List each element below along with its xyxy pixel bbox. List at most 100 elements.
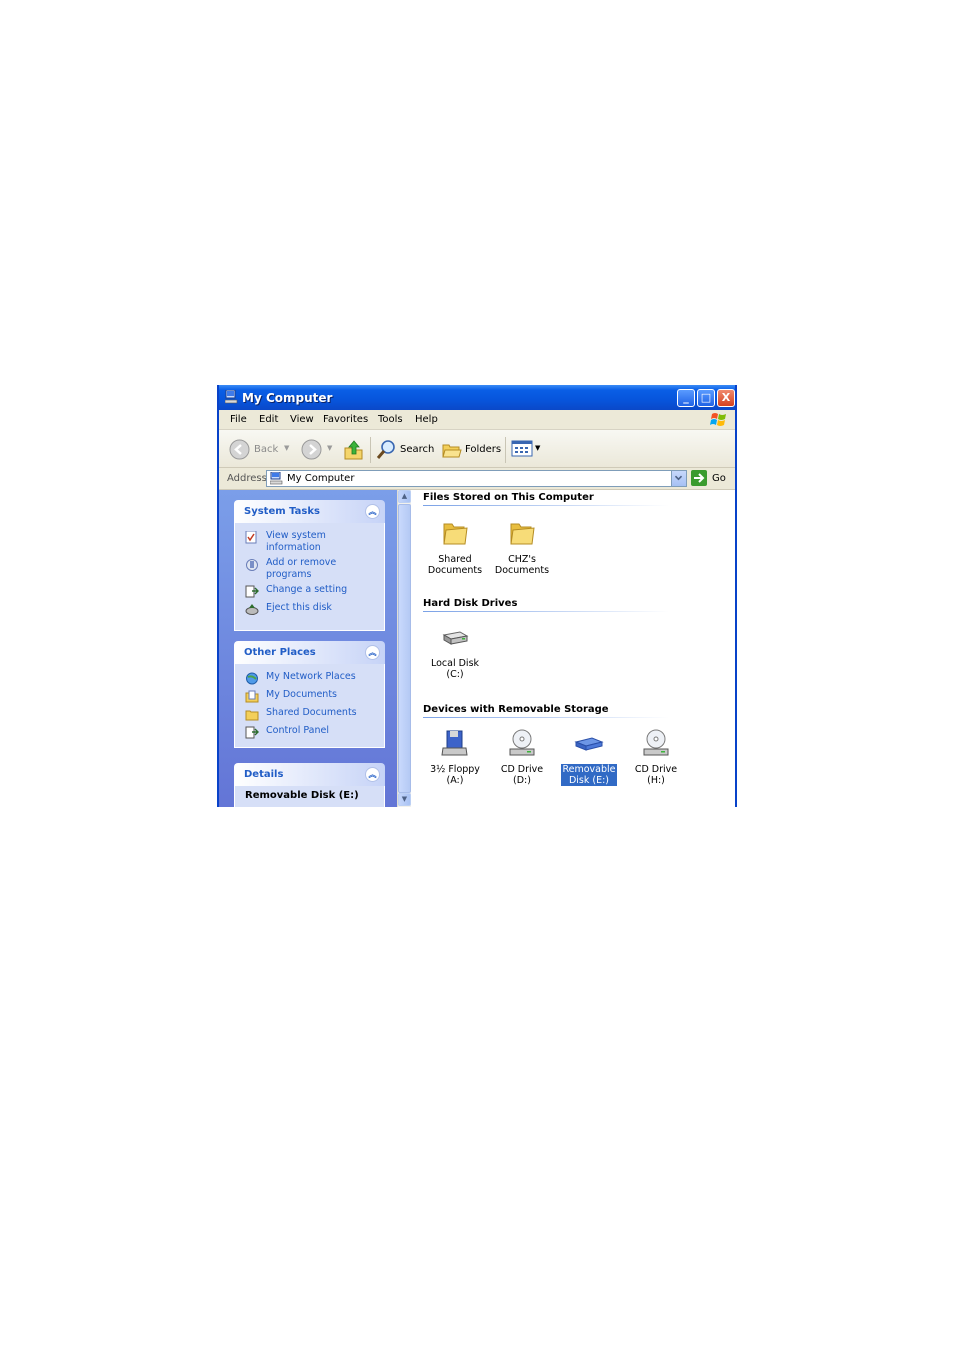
item-chz-documents[interactable]: CHZ's Documents bbox=[490, 518, 554, 576]
details-panel: Details ︽ Removable Disk (E:) bbox=[234, 763, 385, 807]
back-label: Back bbox=[254, 444, 279, 455]
group-divider bbox=[423, 611, 669, 612]
cd-drive-icon bbox=[643, 729, 669, 756]
back-dropdown-icon: ▼ bbox=[284, 444, 290, 452]
system-tasks-body: View system information Add or remove pr… bbox=[234, 523, 385, 631]
system-tasks-header[interactable]: System Tasks ︽ bbox=[234, 500, 385, 523]
search-button[interactable]: Search bbox=[375, 439, 435, 461]
task-label: programs bbox=[266, 569, 312, 580]
item-label: Shared Documents bbox=[427, 554, 483, 576]
address-dropdown-button[interactable] bbox=[671, 471, 686, 486]
maximize-button[interactable]: □ bbox=[697, 389, 715, 407]
menu-favorites[interactable]: Favorites bbox=[323, 414, 368, 425]
menu-edit[interactable]: Edit bbox=[259, 414, 278, 425]
views-icon bbox=[511, 440, 533, 457]
address-input[interactable]: My Computer bbox=[266, 470, 687, 487]
up-folder-button[interactable] bbox=[343, 439, 367, 461]
collapse-chevron-icon[interactable]: ︽ bbox=[365, 645, 380, 660]
other-places-body: My Network Places My Documents Shared Do… bbox=[234, 664, 385, 748]
item-shared-documents[interactable]: Shared Documents bbox=[423, 518, 487, 576]
group-files-stored-title: Files Stored on This Computer bbox=[423, 492, 594, 503]
item-label: 3½ Floppy (A:) bbox=[430, 764, 480, 786]
folders-label: Folders bbox=[465, 444, 502, 455]
details-header[interactable]: Details ︽ bbox=[234, 763, 385, 786]
chevron-down-icon bbox=[674, 475, 683, 481]
menu-view[interactable]: View bbox=[290, 414, 314, 425]
hard-disk-icon bbox=[442, 631, 469, 645]
other-places-header[interactable]: Other Places ︽ bbox=[234, 641, 385, 664]
close-button[interactable]: X bbox=[717, 389, 735, 407]
place-label: My Network Places bbox=[266, 671, 356, 682]
task-label: information bbox=[266, 542, 321, 553]
folders-button[interactable]: Folders bbox=[441, 439, 501, 461]
folders-icon bbox=[442, 444, 462, 458]
windows-logo-icon bbox=[710, 413, 726, 426]
floppy-icon bbox=[441, 730, 468, 756]
toolbar-separator bbox=[370, 437, 371, 463]
folder-icon bbox=[443, 523, 468, 545]
panel-title: Other Places bbox=[244, 647, 316, 658]
item-cd-drive-d[interactable]: CD Drive (D:) bbox=[490, 728, 554, 786]
task-pane: System Tasks ︽ View system information A… bbox=[219, 490, 397, 807]
minimize-button[interactable]: _ bbox=[677, 389, 695, 407]
place-label: My Documents bbox=[266, 689, 338, 700]
collapse-chevron-icon[interactable]: ︽ bbox=[365, 504, 380, 519]
details-item-name: Removable Disk (E:) bbox=[245, 790, 359, 801]
go-label: Go bbox=[712, 473, 726, 484]
forward-button[interactable]: ▼ bbox=[301, 439, 337, 461]
item-label: CHZ's Documents bbox=[494, 554, 550, 576]
item-removable-disk-e[interactable]: Removable Disk (E:) bbox=[557, 728, 621, 786]
cd-drive-icon bbox=[509, 729, 535, 756]
system-info-icon bbox=[245, 531, 257, 544]
toolbar-separator bbox=[505, 437, 506, 463]
computer-icon bbox=[225, 390, 238, 404]
go-button[interactable]: Go bbox=[691, 470, 731, 487]
task-pane-scrollbar[interactable]: ▲ ▼ bbox=[397, 490, 411, 807]
panel-title: System Tasks bbox=[244, 506, 320, 517]
computer-icon bbox=[270, 472, 283, 485]
item-label: Local Disk (C:) bbox=[430, 658, 480, 680]
place-label: Shared Documents bbox=[266, 707, 357, 718]
views-button[interactable]: ▼ bbox=[511, 439, 543, 461]
menu-file[interactable]: File bbox=[230, 414, 247, 425]
address-value: My Computer bbox=[287, 473, 355, 484]
task-label: Add or remove bbox=[266, 557, 337, 568]
network-icon bbox=[246, 672, 258, 685]
back-button[interactable]: Back ▼ bbox=[229, 439, 289, 461]
views-dropdown-icon: ▼ bbox=[535, 444, 541, 452]
group-divider bbox=[423, 505, 669, 506]
title-bar[interactable]: My Computer _ □ X bbox=[219, 385, 735, 410]
scroll-down-button[interactable]: ▼ bbox=[398, 793, 411, 806]
item-label: Removable Disk (E:) bbox=[561, 764, 617, 786]
group-divider bbox=[423, 717, 669, 718]
menu-help[interactable]: Help bbox=[415, 414, 438, 425]
task-label: Eject this disk bbox=[266, 602, 332, 613]
toolbar: Back ▼ ▼ Search Folders ▼ bbox=[219, 430, 735, 468]
group-hard-disk-drives-title: Hard Disk Drives bbox=[423, 598, 518, 609]
collapse-chevron-icon[interactable]: ︽ bbox=[365, 767, 380, 782]
forward-arrow-icon bbox=[301, 439, 322, 460]
place-label: Control Panel bbox=[266, 725, 329, 736]
my-computer-window: My Computer _ □ X File Edit View Favorit… bbox=[217, 385, 737, 807]
task-label: Change a setting bbox=[266, 584, 348, 595]
up-folder-icon bbox=[344, 440, 363, 460]
control-panel-icon bbox=[245, 726, 259, 739]
item-cd-drive-h[interactable]: CD Drive (H:) bbox=[624, 728, 688, 786]
content-view: Files Stored on This Computer Shared Docu… bbox=[411, 490, 735, 807]
system-tasks-panel: System Tasks ︽ View system information A… bbox=[234, 500, 385, 631]
scroll-thumb[interactable] bbox=[398, 504, 411, 793]
control-panel-icon bbox=[245, 585, 259, 598]
menu-tools[interactable]: Tools bbox=[378, 414, 403, 425]
item-floppy-a[interactable]: 3½ Floppy (A:) bbox=[423, 728, 487, 786]
item-label: CD Drive (H:) bbox=[634, 764, 678, 786]
panel-title: Details bbox=[244, 769, 284, 780]
item-label: CD Drive (D:) bbox=[500, 764, 544, 786]
documents-icon bbox=[245, 690, 259, 703]
eject-icon bbox=[245, 604, 259, 615]
forward-dropdown-icon: ▼ bbox=[327, 444, 333, 452]
scroll-up-button[interactable]: ▲ bbox=[398, 490, 411, 503]
group-removable-storage-title: Devices with Removable Storage bbox=[423, 704, 609, 715]
address-label: Address bbox=[227, 473, 267, 484]
item-local-disk-c[interactable]: Local Disk (C:) bbox=[423, 622, 487, 680]
menu-bar: File Edit View Favorites Tools Help bbox=[219, 410, 735, 430]
